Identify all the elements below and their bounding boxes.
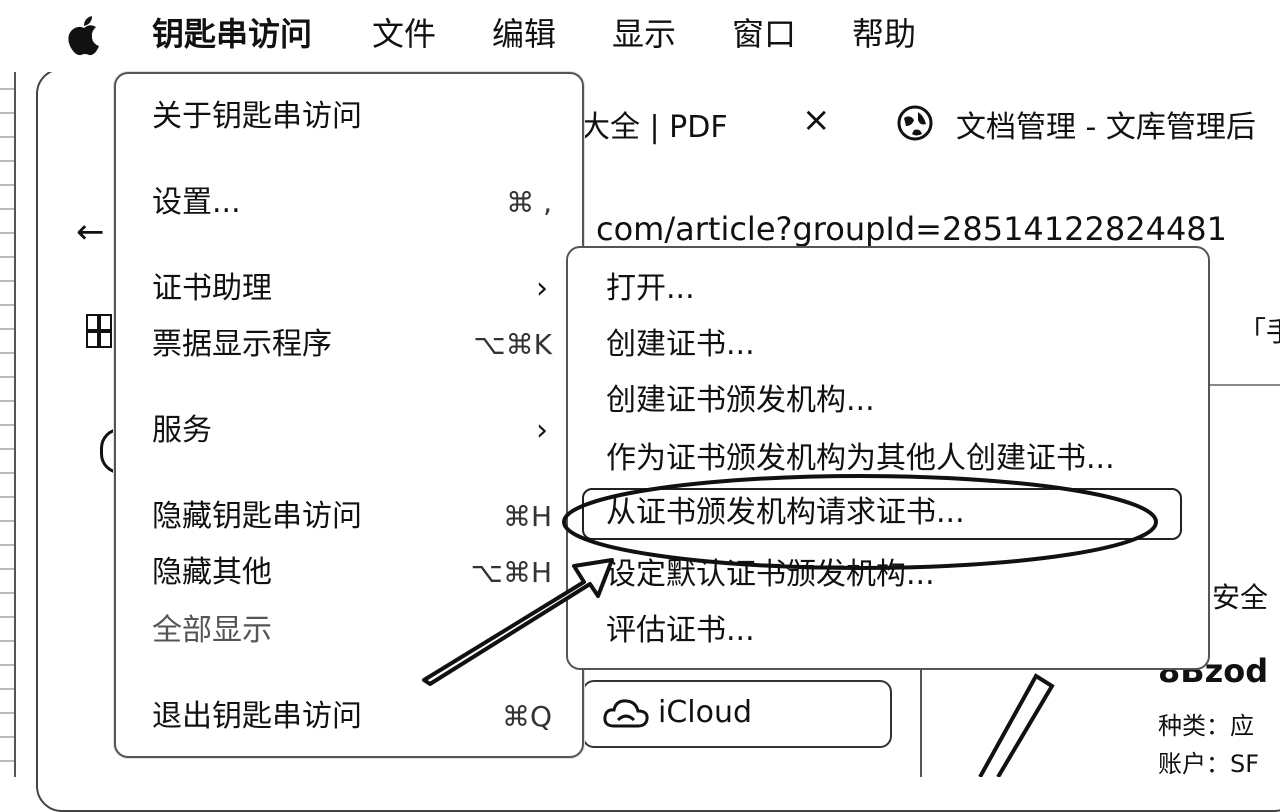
menu-window[interactable]: 窗口 (732, 12, 796, 56)
menu-keychain-access[interactable]: 钥匙串访问 (152, 12, 312, 56)
menu-item-label: 全部显示 (152, 613, 272, 648)
apple-logo-icon[interactable] (64, 14, 104, 58)
kind-label: 种类：应 (1158, 712, 1254, 740)
chevron-right-icon: › (536, 271, 548, 306)
menu-item-hide-app[interactable]: 隐藏钥匙串访问 ⌘H (116, 494, 582, 540)
menu-file[interactable]: 文件 (372, 12, 436, 56)
menu-item-about[interactable]: 关于钥匙串访问 (116, 94, 582, 140)
cloud-icon (603, 699, 649, 728)
tab-close-button[interactable]: × (802, 100, 831, 140)
menu-item-hide-others[interactable]: 隐藏其他 ⌥⌘H (116, 550, 582, 596)
menu-item-label: 设置... (152, 185, 241, 220)
menu-item-ticket-viewer[interactable]: 票据显示程序 ⌥⌘K (116, 322, 582, 368)
menu-help[interactable]: 帮助 (852, 12, 916, 56)
menu-item-label: 关于钥匙串访问 (152, 99, 362, 134)
certificate-assistant-submenu: 打开... 创建证书... 创建证书颁发机构... 作为证书颁发机构为其他人创建… (566, 246, 1210, 670)
submenu-item-request-from-ca[interactable]: 从证书颁发机构请求证书... (582, 488, 1182, 540)
shortcut-text: ⌘Q (501, 700, 552, 733)
globe-icon (897, 105, 933, 141)
menu-bar: 钥匙串访问 文件 编辑 显示 窗口 帮助 (0, 0, 1280, 72)
submenu-item-open[interactable]: 打开... (606, 266, 695, 312)
account-label: 账户：SF (1158, 750, 1260, 778)
menu-item-services[interactable]: 服务 › (116, 408, 582, 454)
divider-line (1206, 384, 1280, 386)
menu-view[interactable]: 显示 (612, 12, 676, 56)
shortcut-text: ⌥⌘H (470, 556, 552, 589)
menu-item-settings[interactable]: 设置... ⌘ , (116, 180, 582, 226)
menu-item-quit[interactable]: 退出钥匙串访问 ⌘Q (116, 694, 582, 740)
menu-item-certificate-assistant[interactable]: 证书助理 › (116, 266, 582, 312)
menu-item-label: 隐藏钥匙串访问 (152, 499, 362, 534)
app-menu-dropdown: 关于钥匙串访问 设置... ⌘ , 证书助理 › 票据显示程序 ⌥⌘K 服务 ›… (114, 72, 584, 758)
tab-2-title[interactable]: 文档管理 - 文库管理后 (956, 102, 1256, 146)
bracket-text: 「手 (1238, 315, 1280, 348)
grid-icon[interactable] (86, 314, 112, 348)
submenu-item-create-certificate[interactable]: 创建证书... (606, 322, 755, 368)
chevron-right-icon: › (536, 413, 548, 448)
security-text: 安全 (1212, 581, 1269, 614)
menu-edit[interactable]: 编辑 (492, 12, 556, 56)
sidebar-item-label: iCloud (658, 695, 753, 730)
submenu-item-evaluate-certificate[interactable]: 评估证书... (606, 608, 755, 654)
submenu-item-create-ca[interactable]: 创建证书颁发机构... (606, 378, 875, 424)
menu-item-label: 票据显示程序 (152, 327, 332, 362)
menu-item-label: 隐藏其他 (152, 555, 272, 590)
menu-item-label: 服务 (152, 413, 212, 448)
menu-item-show-all: 全部显示 (116, 608, 582, 654)
back-arrow-icon[interactable]: ← (76, 212, 105, 252)
shortcut-text: ⌘H (502, 500, 552, 533)
menu-item-label: 退出钥匙串访问 (152, 699, 362, 734)
submenu-item-create-cert-for-others[interactable]: 作为证书颁发机构为其他人创建证书... (606, 436, 1115, 482)
shortcut-text: ⌥⌘K (473, 328, 552, 361)
sidebar-item-icloud[interactable]: iCloud (582, 680, 892, 748)
address-bar-url[interactable]: com/article?groupId=28514122824481 (596, 210, 1227, 248)
menu-item-label: 证书助理 (152, 271, 272, 306)
submenu-item-set-default-ca[interactable]: 设定默认证书颁发机构... (606, 552, 935, 598)
tab-1-title[interactable]: 大全 | PDF (580, 102, 728, 146)
window-edge (0, 66, 16, 777)
shortcut-text: ⌘ , (506, 186, 552, 219)
